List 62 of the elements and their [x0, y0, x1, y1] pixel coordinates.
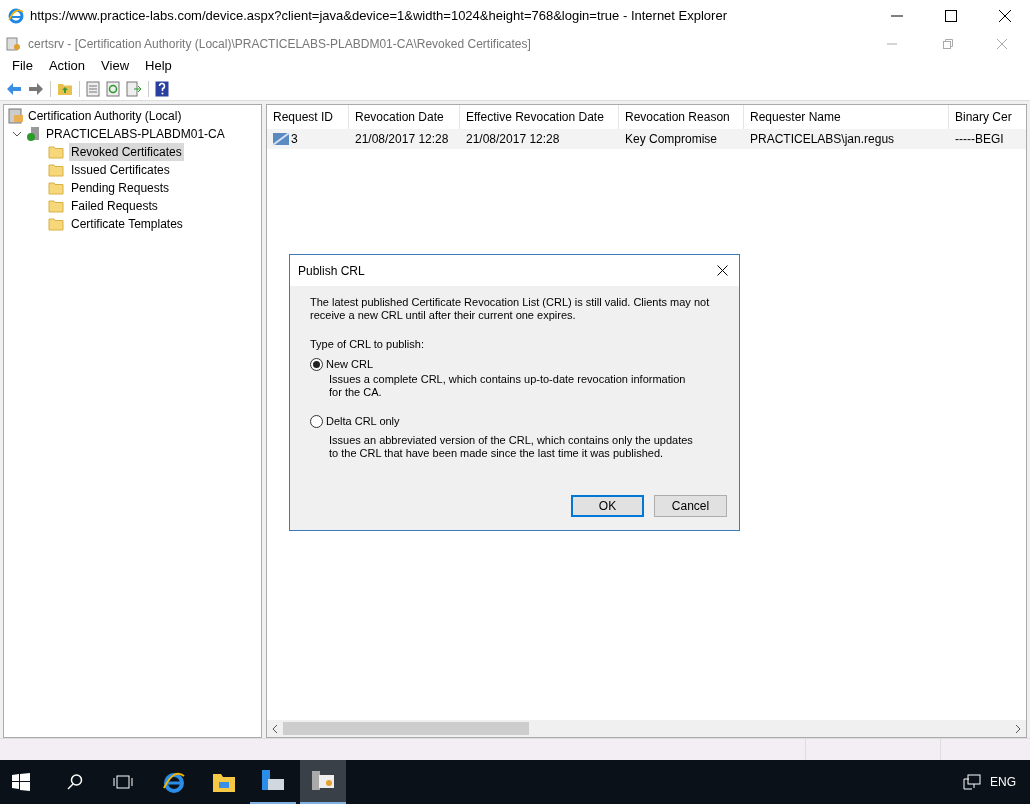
tree-item[interactable]: Certification Authority (Local) — [28, 107, 182, 125]
language-indicator[interactable]: ENG — [990, 773, 1016, 791]
dialog-title: Publish CRL — [298, 262, 365, 280]
option-description: Issues an abbreviated version of the CRL, which contains only the updates to the CRL that have been made since the last time it was published. — [329, 434, 694, 460]
scroll-right-icon[interactable] — [1014, 723, 1022, 734]
certificate-authority-icon — [310, 769, 336, 793]
prompt-label: Type of CRL to publish: — [310, 338, 425, 351]
tree-item[interactable]: Revoked Certificates — [69, 143, 184, 161]
table-cell-text: PRACTICELABS\jan.regus — [750, 131, 895, 148]
tree-item[interactable]: Failed Requests — [69, 197, 160, 215]
maximize-icon[interactable] — [944, 9, 958, 23]
certificate-authority-icon — [8, 108, 24, 124]
server-manager-icon — [260, 769, 286, 793]
table-cell-text: 3 — [291, 131, 298, 148]
network-icon[interactable] — [962, 773, 982, 791]
folder-icon — [48, 145, 64, 159]
radio-button[interactable] — [310, 415, 323, 428]
folder-icon — [48, 163, 64, 177]
certificate-icon — [6, 35, 22, 52]
folder-icon — [48, 199, 64, 213]
menu-item[interactable]: Help — [137, 56, 180, 76]
close-icon[interactable] — [998, 9, 1012, 23]
tree-item[interactable]: PRACTICELABS-PLABDM01-CA — [46, 125, 225, 143]
table-cell-text: 21/08/2017 12:28 — [355, 131, 449, 148]
search-icon[interactable] — [66, 773, 84, 791]
horizontal-scrollbar[interactable] — [267, 720, 1026, 737]
dialog-message: The latest published Certificate Revocation List (CRL) is still valid. Clients may not receive a new CRL until after their current one expires. — [310, 296, 711, 322]
table-cell-text: 21/08/2017 12:28 — [466, 131, 560, 148]
expand-chevron-icon[interactable] — [12, 129, 22, 139]
taskbar-app-button[interactable] — [300, 760, 346, 804]
export-icon[interactable] — [126, 80, 142, 97]
help-icon[interactable] — [155, 80, 169, 97]
folder-icon — [48, 217, 64, 231]
folder-up-icon[interactable] — [57, 81, 73, 96]
refresh-icon[interactable] — [106, 80, 120, 97]
browser-e-icon[interactable] — [162, 770, 186, 794]
forward-arrow-icon[interactable] — [28, 81, 44, 96]
tree-item[interactable]: Pending Requests — [69, 179, 172, 197]
menu-item[interactable]: Action — [40, 56, 94, 76]
folder-icon — [48, 181, 64, 195]
dialog-button[interactable]: Cancel — [654, 495, 727, 517]
radio-label[interactable]: Delta CRL only — [326, 415, 400, 428]
close-icon[interactable] — [717, 265, 728, 276]
windows-start-icon[interactable] — [12, 773, 30, 791]
folder-icon[interactable] — [212, 771, 236, 793]
option-description: Issues a complete CRL, which contains up-to-date revocation information for the CA. — [329, 373, 687, 399]
dialog-button[interactable]: OK — [571, 495, 644, 517]
radio-button[interactable] — [310, 358, 323, 371]
table-cell-text: -----BEGI — [955, 131, 1004, 148]
tree-item[interactable]: Certificate Templates — [69, 215, 185, 233]
window-title: certsrv - [Certification Authority (Local)\PRACTICELABS-PLABDM01-CA\Revoked Certificates] — [28, 35, 531, 53]
table-cell-text: Key Compromise — [625, 131, 718, 148]
globe-e-icon — [8, 8, 24, 24]
tree-item[interactable]: Issued Certificates — [69, 161, 172, 179]
menu-item[interactable]: File — [4, 56, 41, 76]
scrollbar-thumb[interactable] — [283, 722, 529, 735]
task-view-icon[interactable] — [112, 774, 134, 790]
back-arrow-icon[interactable] — [6, 81, 22, 96]
browser-title: https://www.practice-labs.com/device.aspx?client=java&device=1&width=1024&height=768&login=true - Internet Explorer — [30, 7, 727, 26]
menu-item[interactable]: View — [93, 56, 138, 76]
radio-label[interactable]: New CRL — [326, 358, 374, 371]
scroll-left-icon[interactable] — [271, 723, 279, 734]
